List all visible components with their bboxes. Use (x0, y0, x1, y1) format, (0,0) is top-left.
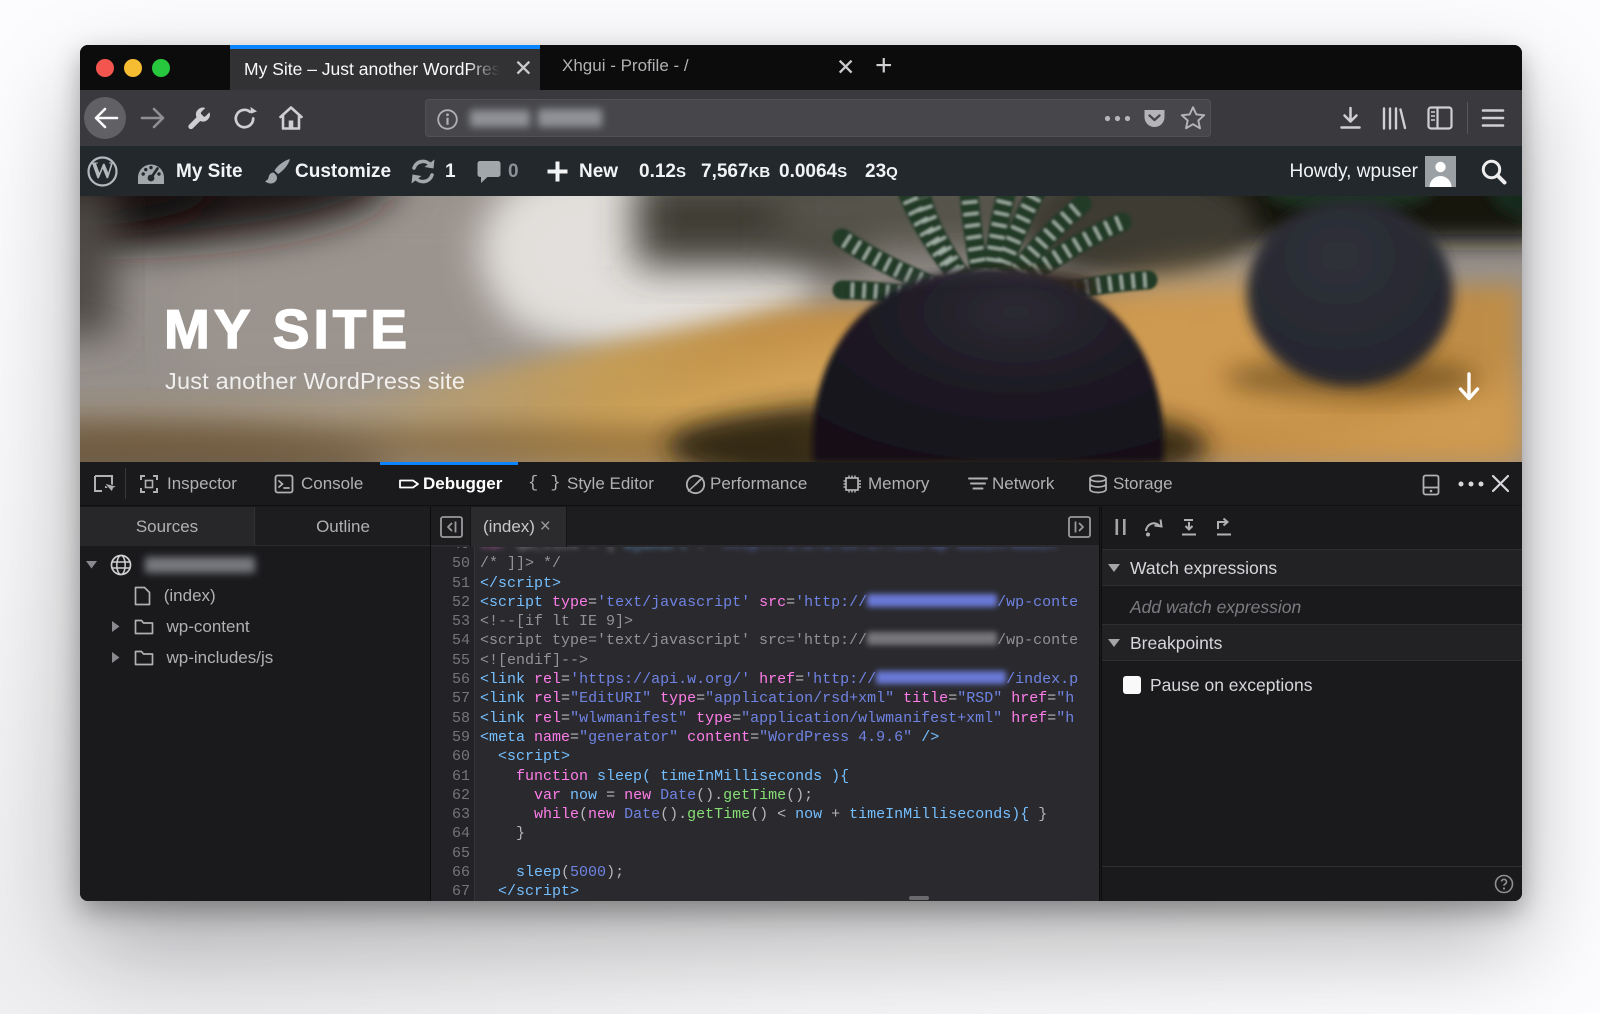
svg-text:W: W (91, 158, 116, 183)
